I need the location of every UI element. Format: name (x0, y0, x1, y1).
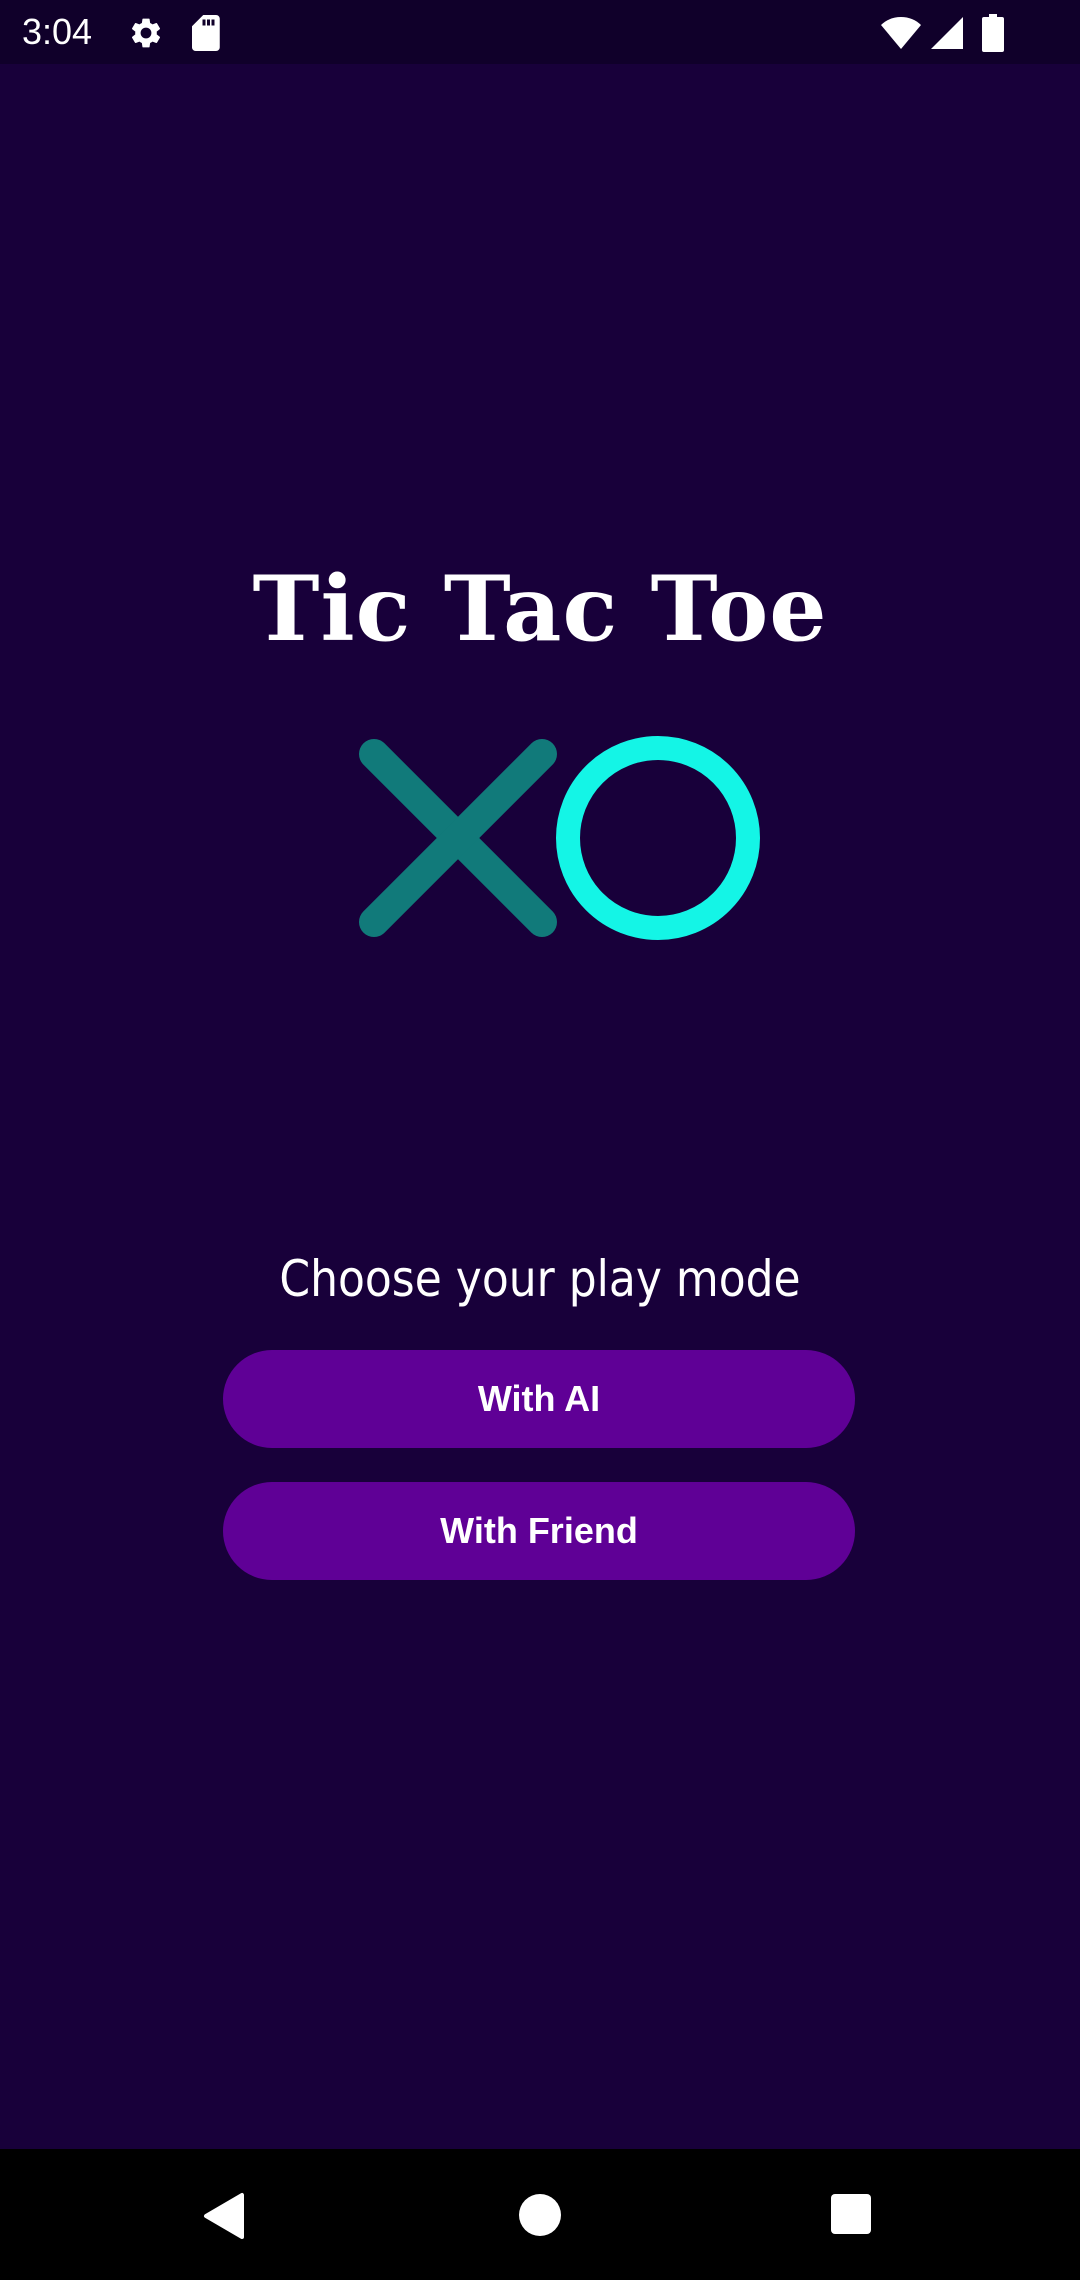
status-bar: 3:04 (0, 0, 1080, 64)
cell-signal-icon (931, 17, 963, 49)
main-screen: Tic Tac Toe Choose your play mode With A… (0, 64, 1080, 2149)
navigation-bar (0, 2149, 1080, 2280)
back-icon[interactable] (200, 2191, 250, 2241)
battery-icon (982, 14, 1004, 52)
xo-logo (359, 736, 760, 940)
wifi-icon (881, 17, 921, 49)
x-mark-icon (359, 739, 557, 937)
recents-icon[interactable] (830, 2193, 872, 2235)
with-friend-button[interactable]: With Friend (223, 1482, 855, 1580)
o-mark-icon (556, 736, 760, 940)
app-title: Tic Tac Toe (252, 556, 828, 662)
play-mode-prompt: Choose your play mode (279, 1250, 801, 1308)
home-icon[interactable] (517, 2192, 563, 2238)
status-time: 3:04 (22, 11, 93, 52)
sd-card-icon (192, 15, 220, 51)
gear-icon (131, 18, 161, 48)
with-ai-button[interactable]: With AI (223, 1350, 855, 1448)
